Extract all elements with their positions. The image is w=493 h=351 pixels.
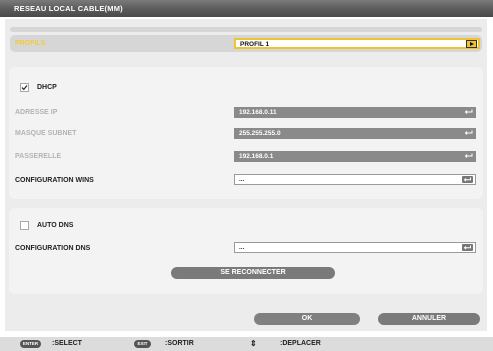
ip-label: ADRESSE IP <box>15 109 58 116</box>
subnet-field[interactable]: 255.255.255.0 <box>234 128 476 139</box>
footer-bar: ENTER :SELECT EXIT :SORTIR ⇕ :DEPLACER <box>0 337 493 351</box>
profile-value: PROFIL 1 <box>240 41 270 48</box>
dns-panel: AUTO DNS CONFIGURATION DNS ... SE RECONN… <box>9 208 483 294</box>
ip-field[interactable]: 192.168.0.11 <box>234 107 476 118</box>
dns-config-value: ... <box>239 244 245 251</box>
dns-config-label: CONFIGURATION DNS <box>15 245 91 252</box>
enter-icon <box>464 153 473 158</box>
play-arrow-icon[interactable] <box>466 40 477 48</box>
enter-icon <box>464 130 473 135</box>
profile-select[interactable]: PROFIL 1 <box>234 38 480 49</box>
dhcp-label: DHCP <box>37 84 57 91</box>
subnet-value: 255.255.255.0 <box>239 130 281 137</box>
settings-dialog: PROFILS PROFIL 1 DHCP ADRESSE IP 192.168… <box>5 19 487 331</box>
auto-dns-checkbox[interactable] <box>20 221 29 230</box>
profile-row[interactable]: PROFILS PROFIL 1 <box>10 35 482 52</box>
gateway-field[interactable]: 192.168.0.1 <box>234 151 476 162</box>
window-title: RESEAU LOCAL CABLE(MM) <box>14 4 123 13</box>
exit-hint: :SORTIR <box>165 340 194 347</box>
dhcp-checkbox[interactable] <box>20 83 29 92</box>
cancel-button[interactable]: ANNULER <box>378 313 480 325</box>
enter-icon <box>464 109 473 114</box>
checkmark-icon <box>21 85 28 91</box>
exit-key-icon: EXIT <box>134 340 151 348</box>
enter-icon[interactable] <box>462 176 473 183</box>
wins-value: ... <box>239 176 245 183</box>
enter-key-icon: ENTER <box>20 340 41 348</box>
enter-icon[interactable] <box>462 244 473 251</box>
dns-config-field[interactable]: ... <box>234 242 476 253</box>
wins-field[interactable]: ... <box>234 174 476 185</box>
subnet-label: MASQUE SUBNET <box>15 130 77 137</box>
select-hint: :SELECT <box>52 340 82 347</box>
auto-dns-label: AUTO DNS <box>37 222 74 229</box>
gateway-value: 192.168.0.1 <box>239 153 274 160</box>
title-bar: RESEAU LOCAL CABLE(MM) <box>0 0 493 17</box>
gateway-label: PASSERELLE <box>15 153 62 160</box>
ip-value: 192.168.0.11 <box>239 109 277 116</box>
wins-label: CONFIGURATION WINS <box>15 177 94 184</box>
ok-button[interactable]: OK <box>254 313 360 325</box>
network-panel: DHCP ADRESSE IP 192.168.0.11 MASQUE SUBN… <box>9 67 483 199</box>
top-divider <box>10 27 482 32</box>
arrows-icon: ⇕ <box>250 339 257 348</box>
move-hint: :DEPLACER <box>280 340 321 347</box>
reconnect-button[interactable]: SE RECONNECTER <box>171 267 335 279</box>
profile-label: PROFILS <box>15 40 46 47</box>
